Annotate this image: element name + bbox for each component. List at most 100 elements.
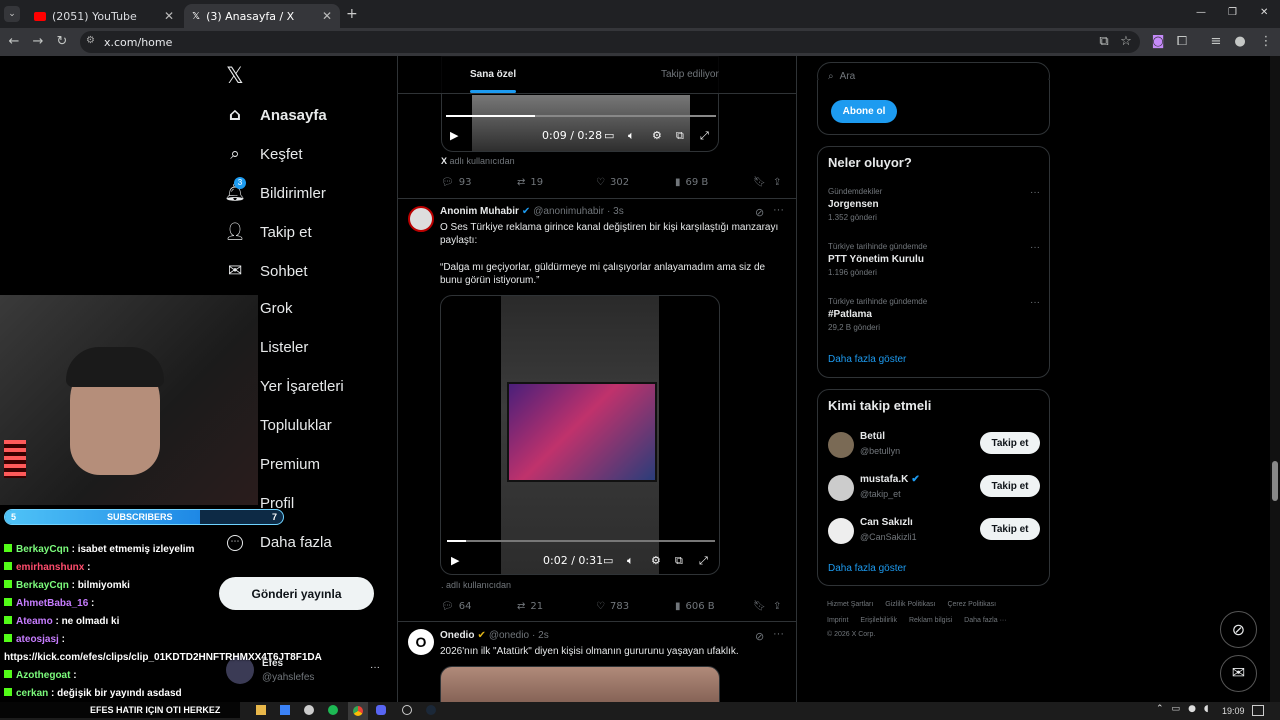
- show-more-link[interactable]: Daha fazla göster: [828, 563, 906, 574]
- pip-icon[interactable]: ⧉: [675, 554, 683, 568]
- scrollbar-thumb[interactable]: [1272, 461, 1278, 501]
- retweet-button[interactable]: ⇄ 19: [517, 177, 543, 188]
- avatar[interactable]: O: [408, 629, 434, 655]
- bookmark-star-icon[interactable]: ☆: [1118, 34, 1134, 50]
- author-name[interactable]: Onedio: [440, 630, 474, 641]
- scrollbar[interactable]: [1270, 56, 1280, 704]
- system-tray[interactable]: ⌃ ▭ ● ◖: [1156, 704, 1209, 714]
- views-button[interactable]: ▮ 606 B: [675, 601, 715, 612]
- discord-icon[interactable]: [376, 705, 386, 715]
- captions-icon[interactable]: ▭: [604, 129, 614, 142]
- follow-suggestion[interactable]: mustafa.K ✔ @takip_et Takip et: [828, 473, 1040, 503]
- share-icon[interactable]: ⇪: [773, 601, 781, 612]
- clock[interactable]: 19:09: [1222, 706, 1245, 716]
- app-icon[interactable]: [304, 705, 314, 715]
- footer-link[interactable]: Reklam bilgisi: [909, 617, 952, 624]
- notifications-icon[interactable]: [1252, 705, 1264, 716]
- forward-icon[interactable]: →: [30, 34, 46, 50]
- more-icon[interactable]: ···: [773, 628, 784, 640]
- footer-link[interactable]: Hizmet Şartları: [827, 601, 873, 608]
- site-info-icon[interactable]: ⚙: [86, 35, 95, 46]
- trend-item[interactable]: Türkiye tarihinde gündemde PTT Yönetim K…: [828, 242, 1040, 277]
- file-explorer-icon[interactable]: [256, 705, 266, 715]
- play-icon[interactable]: ▶: [450, 129, 458, 142]
- minimize-button[interactable]: —: [1196, 7, 1206, 18]
- outlook-icon[interactable]: [280, 705, 290, 715]
- more-icon[interactable]: ···: [1030, 297, 1040, 308]
- footer-link[interactable]: Çerez Politikası: [947, 601, 996, 608]
- share-icon[interactable]: ⇪: [773, 177, 781, 188]
- footer-link[interactable]: Gizlilik Politikası: [885, 601, 935, 608]
- author-handle[interactable]: @onedio: [489, 630, 529, 641]
- nav-explore[interactable]: ⌕ Keşfet: [224, 144, 302, 164]
- nav-chat[interactable]: ✉ Sohbet: [224, 261, 308, 281]
- address-bar[interactable]: ⚙ x.com/home: [80, 31, 1140, 53]
- subscribe-button[interactable]: Abone ol: [831, 100, 897, 123]
- video-player[interactable]: ▶ 0:02 / 0:31 ▭ 🔈︎ ⚙ ⧉ ⤢: [440, 295, 720, 575]
- reading-list-icon[interactable]: ≡: [1208, 34, 1224, 50]
- account-more-icon[interactable]: ···: [370, 662, 380, 673]
- install-icon[interactable]: ⧉: [1096, 34, 1112, 50]
- profile-icon[interactable]: ●: [1232, 34, 1248, 50]
- author-name[interactable]: Anonim Muhabir: [440, 206, 519, 217]
- chrome-taskbar-button[interactable]: [348, 702, 368, 720]
- nav-more[interactable]: ⋯ Daha fazla: [224, 534, 332, 551]
- tab-search-button[interactable]: ⌄: [4, 6, 20, 22]
- chat-username[interactable]: Ateamo: [16, 616, 53, 627]
- obs-icon[interactable]: [402, 705, 412, 715]
- more-icon[interactable]: ···: [1030, 242, 1040, 253]
- nav-notifications[interactable]: 🔔︎ 3 Bildirimler: [224, 177, 326, 203]
- chat-username[interactable]: BerkayCqn: [16, 544, 69, 555]
- reply-button[interactable]: 💬︎ 64: [441, 601, 471, 612]
- chat-username[interactable]: Azothegoat: [16, 670, 70, 681]
- volume-icon[interactable]: 🔈︎: [627, 554, 634, 568]
- bookmark-icon[interactable]: 🔖︎: [753, 177, 766, 188]
- tweet-time[interactable]: · 3s: [607, 206, 624, 217]
- volume-icon[interactable]: ◖: [1204, 704, 1209, 714]
- bookmark-icon[interactable]: 🔖︎: [753, 601, 766, 612]
- play-icon[interactable]: ▶: [451, 554, 459, 567]
- new-tab-button[interactable]: +: [346, 6, 358, 22]
- follow-suggestion[interactable]: Can Sakızlı @CanSakizli1 Takip et: [828, 516, 1040, 546]
- video-progress[interactable]: [447, 540, 715, 542]
- like-button[interactable]: ♡ 783: [596, 601, 629, 612]
- settings-icon[interactable]: ⚙: [651, 554, 661, 567]
- follow-suggestion[interactable]: Betül @betullyn Takip et: [828, 430, 1040, 460]
- window-close-button[interactable]: ✕: [1260, 7, 1268, 18]
- chat-username[interactable]: cerkan: [16, 688, 48, 699]
- steam-icon[interactable]: [426, 705, 436, 715]
- spotify-icon[interactable]: [328, 705, 338, 715]
- author-handle[interactable]: @anonimuhabir: [533, 206, 604, 217]
- tab-following[interactable]: Takip ediliyor: [661, 69, 719, 80]
- grok-icon[interactable]: ⊘: [755, 630, 764, 643]
- reply-button[interactable]: 💬︎ 93: [441, 177, 471, 188]
- chat-username[interactable]: BerkayCqn: [16, 580, 69, 591]
- retweet-button[interactable]: ⇄ 21: [517, 601, 543, 612]
- footer-link[interactable]: Erişilebilirlik: [860, 617, 897, 624]
- tweet-media[interactable]: [440, 666, 720, 704]
- more-icon[interactable]: ···: [1030, 187, 1040, 198]
- trend-item[interactable]: Gündemdekiler Jorgensen 1.352 gönderi ··…: [828, 187, 1040, 222]
- close-icon[interactable]: ✕: [164, 9, 174, 23]
- pip-icon[interactable]: ⧉: [676, 129, 684, 143]
- more-icon[interactable]: ···: [773, 204, 784, 216]
- follow-button[interactable]: Takip et: [980, 475, 1040, 497]
- show-more-link[interactable]: Daha fazla göster: [828, 354, 906, 365]
- menu-icon[interactable]: ⋮: [1258, 34, 1274, 50]
- reload-icon[interactable]: ↻: [54, 34, 70, 50]
- extension-icon[interactable]: ◙: [1150, 34, 1166, 50]
- tab-for-you[interactable]: Sana özel: [470, 69, 516, 80]
- settings-icon[interactable]: ⚙: [652, 129, 662, 142]
- network-icon[interactable]: ▭: [1172, 704, 1181, 714]
- chat-username[interactable]: ateosjasj: [16, 634, 59, 645]
- avatar[interactable]: [408, 206, 434, 232]
- captions-icon[interactable]: ▭: [603, 554, 613, 567]
- footer-link[interactable]: Daha fazla ···: [964, 617, 1006, 624]
- chevron-up-icon[interactable]: ⌃: [1156, 704, 1164, 714]
- x-logo[interactable]: 𝕏: [226, 64, 244, 89]
- tab-x[interactable]: 𝕏 (3) Anasayfa / X ✕: [184, 4, 340, 28]
- tweet-time[interactable]: · 2s: [532, 630, 549, 641]
- chat-username[interactable]: emirhanshunx: [16, 562, 84, 573]
- back-icon[interactable]: ←: [6, 34, 22, 50]
- messages-float-icon[interactable]: ✉: [1220, 655, 1257, 692]
